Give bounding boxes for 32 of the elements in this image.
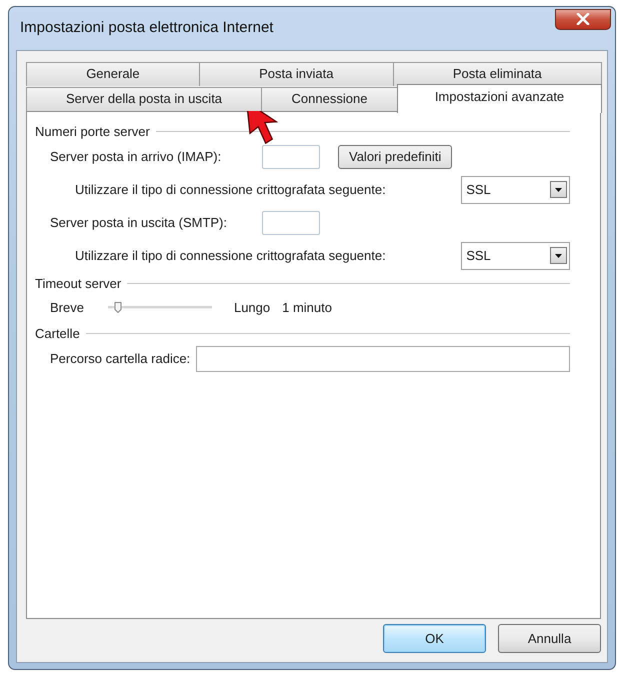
timeout-slider[interactable] [108,300,212,314]
slider-thumb[interactable] [114,302,122,313]
dropdown-arrow-icon [555,254,562,258]
tab[interactable]: Impostazioni avanzate [397,84,602,113]
defaults-button[interactable]: Valori predefiniti [338,144,452,168]
tab[interactable]: Server della posta in uscita [26,87,262,111]
tab[interactable]: Posta eliminata [392,62,602,86]
field-label: Server posta in arrivo (IMAP): [50,149,222,164]
field-label: Server posta in uscita (SMTP): [50,215,228,230]
ok-button[interactable]: OK [383,624,486,653]
root-folder-field[interactable] [196,346,570,372]
group-title: Cartelle [35,326,80,340]
tab[interactable]: Generale [26,62,200,86]
field-label: Utilizzare il tipo di connessione crittografata seguente: [75,182,387,197]
port-field[interactable] [262,210,320,234]
port-field[interactable] [262,144,320,168]
cancel-button[interactable]: Annulla [498,624,601,653]
timeout-reading: 1 minuto [282,300,332,314]
group-title: Numeri porte server [35,124,150,138]
close-button[interactable] [555,8,611,30]
tab[interactable]: Connessione [261,87,398,111]
slider-label: Lungo [234,300,270,314]
group-title: Timeout server [35,276,122,290]
close-icon [576,13,590,25]
field-label: Percorso cartella radice: [50,351,190,366]
window-title: Impostazioni posta elettronica Internet [20,19,274,36]
dropdown-arrow-icon [555,188,562,192]
tab[interactable]: Posta inviata [198,62,394,86]
encryption-dropdown[interactable]: SSL [461,176,570,204]
field-label: Utilizzare il tipo di connessione crittografata seguente: [75,248,387,263]
encryption-dropdown[interactable]: SSL [461,242,570,270]
slider-label: Breve [50,300,84,314]
